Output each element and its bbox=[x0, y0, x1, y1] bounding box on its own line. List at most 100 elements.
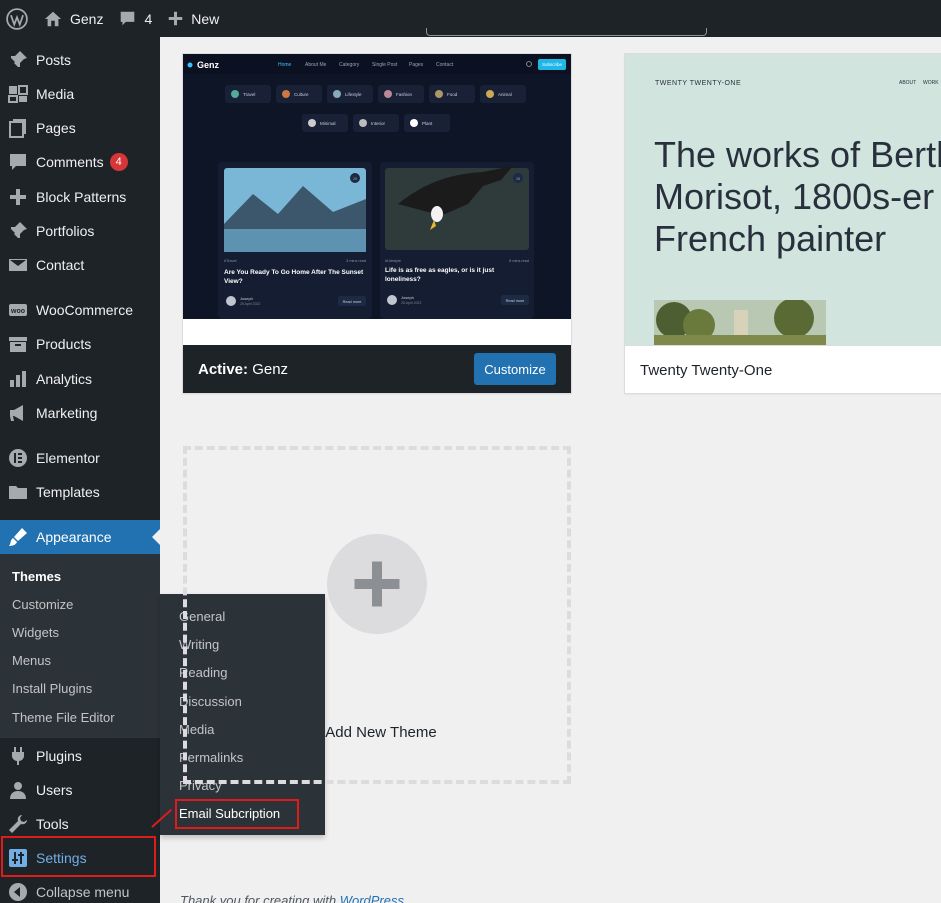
bar-chart-icon bbox=[10, 371, 26, 387]
preview-chip-animal: Animal bbox=[498, 92, 512, 97]
collapse-icon bbox=[9, 883, 27, 901]
menu-products[interactable]: Products bbox=[0, 327, 160, 361]
preview-chip-travel: Travel bbox=[243, 92, 255, 97]
search-field-outline bbox=[426, 28, 707, 36]
preview-subscribe: Subscribe bbox=[542, 62, 563, 67]
preview-nav-home: Home bbox=[278, 62, 292, 68]
menu-plugins[interactable]: Plugins bbox=[0, 739, 160, 773]
menu-appearance[interactable]: Appearance bbox=[0, 520, 160, 554]
preview-post-1-read: 3 mins read bbox=[346, 259, 366, 263]
preview-chip-interior: Interior bbox=[371, 121, 386, 126]
email-subscription-highlight-box bbox=[175, 799, 299, 829]
preview-post-1-num: 28 bbox=[353, 177, 357, 181]
menu-block-patterns[interactable]: Block Patterns bbox=[0, 180, 160, 214]
preview-chip-minimal: Minimal bbox=[320, 121, 336, 126]
preview-chip-culture: Culture bbox=[294, 92, 309, 97]
twenty-twenty-one-screenshot: TWENTY TWENTY-ONE ABOUT WORK The works o… bbox=[625, 54, 941, 345]
submenu-widgets[interactable]: Widgets bbox=[12, 625, 59, 640]
submenu-install-plugins[interactable]: Install Plugins bbox=[12, 681, 92, 696]
plus-icon bbox=[10, 189, 26, 205]
preview-chip-fashion: Fashion bbox=[396, 92, 413, 97]
add-new-theme-label: Add New Theme bbox=[325, 724, 437, 741]
archive-icon bbox=[9, 337, 27, 352]
plug-icon bbox=[12, 747, 24, 765]
tt1-nav-work: WORK bbox=[923, 80, 939, 86]
menu-pages[interactable]: Pages bbox=[0, 111, 160, 145]
home-icon bbox=[44, 11, 62, 26]
admin-footer-text: Thank you for creating with WordPress bbox=[180, 893, 404, 903]
preview-post-1-tag: #Travel bbox=[224, 259, 237, 263]
preview-post-2-title: Life is as free as eagles, or is it just… bbox=[385, 267, 495, 283]
wordpress-logo-icon[interactable] bbox=[0, 0, 36, 37]
comments-count: 4 bbox=[144, 10, 153, 27]
menu-comments[interactable]: Comments 4 bbox=[0, 145, 160, 179]
preview-chip-food: Food bbox=[447, 92, 458, 97]
active-theme-name: Genz bbox=[252, 361, 289, 378]
svg-text:woo: woo bbox=[10, 308, 25, 315]
megaphone-icon bbox=[10, 405, 23, 421]
comments-badge: 4 bbox=[109, 153, 128, 171]
menu-elementor[interactable]: Elementor bbox=[0, 441, 160, 475]
wrench-icon bbox=[9, 815, 27, 833]
menu-woocommerce[interactable]: woo WooCommerce bbox=[0, 293, 160, 327]
menu-contact[interactable]: Contact bbox=[0, 248, 160, 282]
preview-nav-about: About Me bbox=[305, 62, 327, 68]
submenu-menus[interactable]: Menus bbox=[12, 653, 51, 668]
new-label: New bbox=[191, 10, 220, 27]
plus-icon bbox=[169, 11, 183, 26]
preview-post-2-more: Read more bbox=[506, 299, 525, 303]
preview-logo-icon bbox=[187, 62, 193, 68]
tt1-site-title: TWENTY TWENTY-ONE bbox=[655, 80, 742, 87]
submenu-theme-file-editor[interactable]: Theme File Editor bbox=[12, 710, 115, 725]
preview-nav-contact: Contact bbox=[436, 62, 454, 68]
comments-link[interactable]: 4 bbox=[111, 0, 160, 37]
submenu-themes[interactable]: Themes bbox=[12, 569, 61, 584]
plus-icon bbox=[354, 561, 400, 607]
mail-icon bbox=[9, 259, 27, 271]
site-name: Genz bbox=[70, 10, 104, 27]
menu-analytics[interactable]: Analytics bbox=[0, 362, 160, 396]
add-new-theme-card[interactable]: Add New Theme bbox=[183, 446, 571, 784]
preview-post-2-author: Joseph bbox=[401, 295, 414, 300]
tt1-nav-about: ABOUT bbox=[899, 80, 917, 86]
active-theme-footer: Active: Genz Customize bbox=[183, 345, 571, 393]
menu-posts[interactable]: Posts bbox=[0, 43, 160, 77]
comment-icon bbox=[10, 154, 26, 170]
pin-icon bbox=[9, 222, 27, 239]
submenu-customize[interactable]: Customize bbox=[12, 597, 73, 612]
site-name-link[interactable]: Genz bbox=[36, 0, 111, 37]
menu-media[interactable]: Media bbox=[0, 77, 160, 111]
preview-post-2-date: 25 April 2022 bbox=[401, 301, 421, 305]
menu-templates[interactable]: Templates bbox=[0, 475, 160, 509]
theme-card-genz[interactable]: Genz Home About Me Category Single Post … bbox=[182, 53, 572, 394]
new-content-link[interactable]: New bbox=[160, 0, 227, 37]
brush-icon bbox=[9, 528, 27, 546]
settings-highlight-box bbox=[1, 836, 156, 877]
customize-button[interactable]: Customize bbox=[474, 353, 556, 385]
pages-icon bbox=[9, 119, 26, 138]
tt1-painting bbox=[654, 300, 826, 345]
tt1-headline: The works of Berth Morisot, 1800s-er Fre… bbox=[654, 134, 941, 259]
preview-post-1-more: Read more bbox=[343, 300, 362, 304]
menu-collapse[interactable]: Collapse menu bbox=[0, 875, 160, 903]
woo-icon: woo bbox=[9, 304, 27, 316]
preview-chip-plant: Plant bbox=[422, 121, 433, 126]
appearance-submenu: Themes Customize Widgets Menus Install P… bbox=[0, 554, 160, 738]
media-icon bbox=[8, 85, 28, 103]
preview-post-2-tag: #Lifestyle bbox=[385, 259, 401, 263]
pin-icon bbox=[9, 51, 27, 68]
wordpress-footer-link[interactable]: WordPress bbox=[340, 893, 404, 903]
theme-card-twenty-twenty-one[interactable]: TWENTY TWENTY-ONE ABOUT WORK The works o… bbox=[624, 53, 941, 394]
folder-icon bbox=[9, 486, 27, 499]
preview-logo: Genz bbox=[197, 60, 220, 70]
menu-users[interactable]: Users bbox=[0, 773, 160, 807]
preview-post-2-num: 28 bbox=[516, 177, 520, 181]
active-prefix: Active: bbox=[198, 361, 249, 378]
preview-post-1-date: 25 April 2022 bbox=[240, 302, 260, 306]
tt1-theme-name: Twenty Twenty-One bbox=[640, 362, 773, 379]
menu-portfolios[interactable]: Portfolios bbox=[0, 214, 160, 248]
menu-marketing[interactable]: Marketing bbox=[0, 396, 160, 430]
active-menu-arrow bbox=[152, 529, 160, 545]
elementor-icon bbox=[9, 449, 27, 467]
preview-nav-single: Single Post bbox=[372, 62, 398, 68]
